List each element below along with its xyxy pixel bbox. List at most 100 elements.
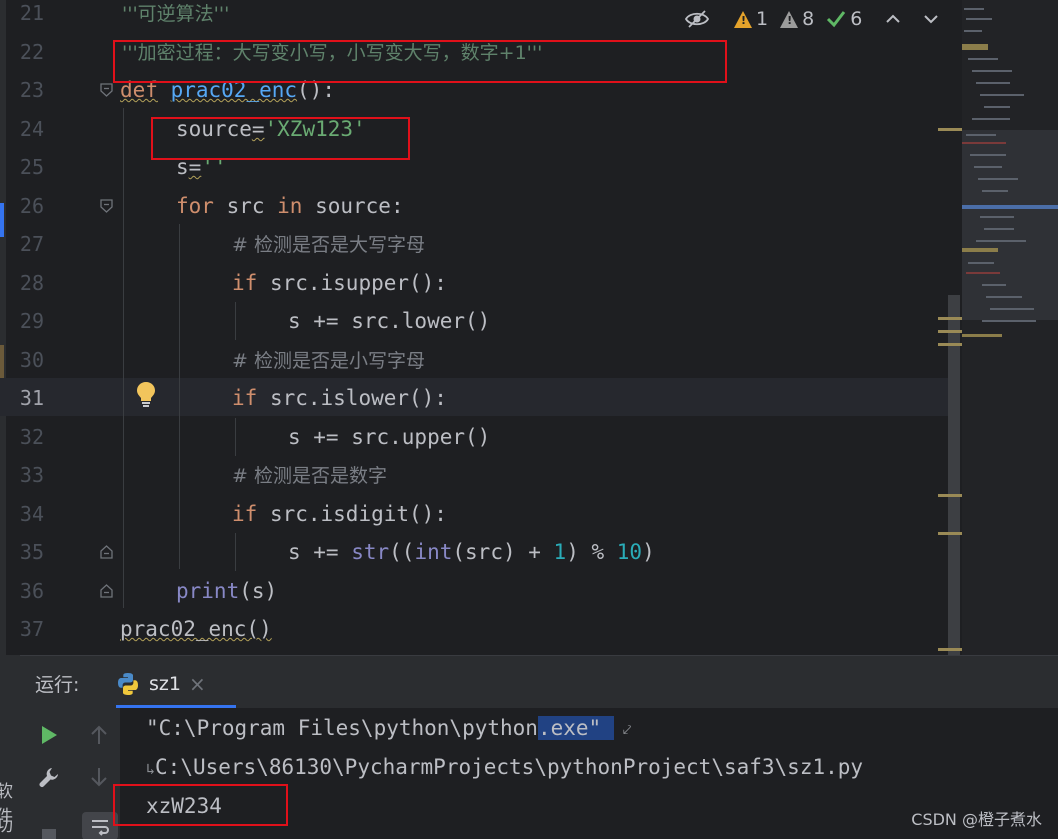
console-text: "C:\Program Files\python\python [146,716,538,740]
comment: # 检测是否是大写字母 [232,234,425,256]
highlight-box [151,117,410,160]
code-line-32[interactable]: s += src.upper() [288,418,490,456]
code-text: src.islower(): [257,386,447,410]
close-icon[interactable]: × [189,672,206,696]
scroll-marker [938,532,962,535]
line-number: 32 [19,425,44,449]
code-text: s += [288,540,352,564]
fold-toggle-icon[interactable] [100,83,113,97]
code-line-36[interactable]: print(s) [176,572,277,610]
check-icon [826,9,846,29]
line-number: 33 [19,463,44,487]
console-line: ↳C:\Users\86130\PycharmProjects\pythonPr… [146,755,863,779]
builtin-print: print [176,579,240,603]
line-number: 29 [19,309,44,333]
code-line-26[interactable]: for src in source: [176,187,404,225]
line-number: 26 [19,194,44,218]
builtin-str: str [351,540,390,564]
code-line-33[interactable]: # 检测是否是数字 [232,456,387,494]
code-line-37[interactable]: prac02_enc() [120,610,272,648]
indent-guide [123,108,124,608]
typos-number: 6 [850,8,863,30]
console-output[interactable]: "C:\Program Files\python\python.exe" ⤦ ↳… [113,708,1058,839]
indent-guide [235,533,236,571]
code-line-21[interactable]: '''可逆算法''' [122,0,229,32]
line-number: 36 [19,579,44,603]
code-text: prac02_enc() [120,617,272,641]
console-text: C:\Users\86130\PycharmProjects\pythonPro… [155,755,864,779]
code-line-34[interactable]: if src.isdigit(): [232,495,447,533]
keyword-if: if [232,502,258,526]
number-literal: 1 [553,540,567,564]
minimap-viewport [962,130,1058,320]
keyword-if: if [232,386,258,410]
watermark: CSDN @橙子煮水 [911,810,1042,829]
run-panel-title: 运行: [35,674,80,696]
side-tool-strip: 软件 功 [0,655,20,839]
keyword-in: in [277,194,303,218]
code-line-31[interactable]: if src.islower(): [232,379,447,417]
strip-marker [0,345,4,379]
scrollbar-thumb[interactable] [948,295,960,655]
line-number: 21 [19,1,44,25]
code-line-27[interactable]: # 检测是否是大写字母 [232,225,425,263]
code-text: source: [302,194,404,218]
comment: # 检测是否是小写字母 [232,350,425,372]
reader-mode-icon[interactable] [684,9,710,29]
code-line-35[interactable]: s += str((int(src) + 1) % 10) [288,533,655,571]
line-number: 37 [19,617,44,641]
weak-warnings-count[interactable]: ! 8 [780,8,814,30]
chevron-up-icon[interactable] [884,10,902,28]
code-text: ) [642,540,655,564]
code-line-28[interactable]: if src.isupper(): [232,264,447,302]
run-tab-sz1[interactable]: sz1 × [116,662,236,708]
typos-count[interactable]: 6 [826,8,862,30]
fold-end-icon[interactable] [100,584,113,598]
code-text: (s) [239,579,278,603]
line-number: 27 [19,232,44,256]
code-line-30[interactable]: # 检测是否是小写字母 [232,341,425,379]
docstring: '''可逆算法''' [122,3,230,25]
inspection-widget[interactable]: ! 1 ! 8 6 [684,6,940,32]
number-literal: 10 [616,540,643,564]
scroll-marker [938,494,962,497]
line-number: 35 [19,540,44,564]
line-number: 28 [19,271,44,295]
code-text: src [213,194,278,218]
scroll-marker [938,317,962,320]
stop-icon[interactable] [34,814,64,839]
code-text: src.isdigit(): [257,502,447,526]
scroll-marker [938,128,962,131]
strip-marker [0,203,4,237]
fold-end-icon[interactable] [100,545,113,559]
indent-guide [235,418,236,456]
wrench-icon[interactable] [34,762,64,792]
highlight-box [113,40,727,83]
arrow-down-icon[interactable] [84,762,114,792]
code-text: (( [389,540,415,564]
lightbulb-icon[interactable] [134,380,158,408]
keyword-for: for [176,194,214,218]
run-panel-header: 运行: sz1 × [20,656,1058,708]
weak-warning-icon: ! [780,10,799,28]
warnings-count[interactable]: ! 1 [734,8,768,30]
line-wrap-continue-icon: ↳ [146,760,156,778]
warnings-number: 1 [756,8,769,30]
line-number: 25 [19,155,44,179]
console-selection: .exe" [537,716,614,740]
code-line-29[interactable]: s += src.lower() [288,302,490,340]
line-number-current: 31 [19,386,44,410]
keyword-if: if [232,271,258,295]
line-number: 22 [19,40,44,64]
code-text: (src) + [452,540,554,564]
code-text: src.isupper(): [257,271,447,295]
weak-warnings-number: 8 [802,8,815,30]
run-tab-label: sz1 [149,672,181,695]
rerun-icon[interactable] [34,720,64,750]
ide-window: 21 22 23 24 25 26 27 28 29 30 31 32 33 3… [0,0,1058,839]
chevron-down-icon[interactable] [922,10,940,28]
code-minimap[interactable] [962,0,1058,655]
builtin-int: int [414,540,453,564]
fold-toggle-icon[interactable] [100,199,113,213]
arrow-up-icon[interactable] [84,720,114,750]
